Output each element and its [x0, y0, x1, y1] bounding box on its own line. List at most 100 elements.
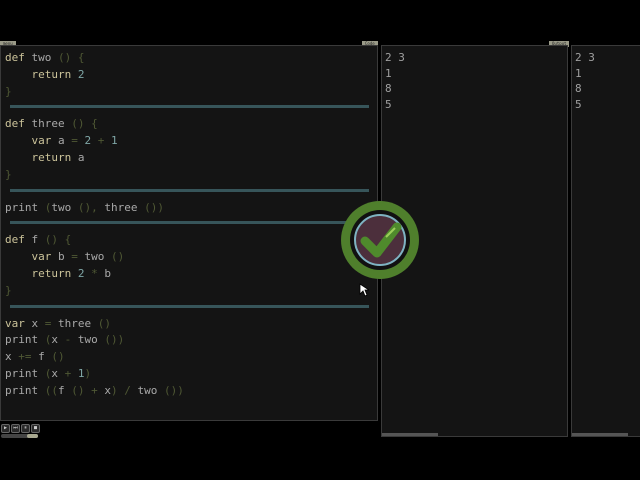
code-token: 2 — [84, 134, 98, 148]
code-token: (( — [44, 383, 58, 397]
output-line: 2 3 — [575, 51, 595, 64]
horizontal-scrollbar[interactable] — [572, 433, 628, 436]
output-line: 8 — [575, 82, 582, 95]
code-token: return — [5, 267, 78, 280]
output-line: 5 — [385, 97, 392, 111]
code-token: () — [97, 316, 111, 330]
code-line: return a — [5, 149, 84, 166]
code-token: var — [5, 250, 58, 264]
code-token: b — [57, 250, 72, 264]
code-token: 1 — [77, 367, 85, 380]
code-token: print — [5, 200, 45, 214]
code-token: - — [64, 333, 78, 347]
code-token: } — [5, 283, 12, 297]
code-token: (), — [77, 200, 105, 214]
code-token: a — [77, 151, 85, 164]
code-token: a — [57, 134, 72, 148]
mouse-cursor-icon — [359, 283, 369, 297]
cell-divider — [10, 304, 369, 308]
code-line: return 2 * b — [5, 265, 111, 282]
cell-divider — [10, 221, 369, 225]
code-token: + — [97, 134, 111, 148]
code-token: two — [51, 200, 78, 214]
code-token: f — [58, 383, 72, 397]
code-token: 1 — [110, 134, 118, 148]
code-token: f — [24, 233, 45, 247]
code-line: print (two (), three ()) — [5, 199, 164, 216]
pause-button[interactable]: ⏸ — [21, 424, 30, 433]
code-line: var a = 2 + 1 — [5, 132, 118, 149]
code-token: two — [24, 51, 58, 64]
code-token: print — [5, 367, 45, 380]
code-token: () { — [71, 117, 98, 131]
code-line: var b = two () — [5, 248, 124, 265]
code-token: f — [38, 350, 52, 364]
code-token: () + — [71, 383, 105, 397]
code-token: two — [77, 333, 105, 347]
step-button[interactable]: ⏭ — [11, 424, 20, 433]
code-token: += — [18, 350, 39, 364]
code-token: } — [5, 84, 12, 98]
code-token: = — [71, 134, 85, 148]
code-token: print — [5, 383, 45, 397]
success-badge — [341, 201, 419, 279]
code-token: def — [5, 233, 25, 247]
code-token: ) / — [111, 383, 138, 397]
code-token: def — [5, 117, 25, 131]
code-token: two — [137, 383, 164, 397]
code-token: three — [24, 117, 72, 131]
code-token: ) — [84, 367, 92, 380]
code-token: * — [91, 267, 105, 280]
code-token: () { — [44, 233, 72, 247]
speed-slider[interactable] — [1, 434, 38, 438]
code-token: ()) — [104, 333, 125, 347]
code-line: def two () { — [5, 49, 85, 66]
code-token: three — [104, 200, 145, 214]
output-line: 1 — [575, 66, 582, 80]
code-token: = — [44, 316, 58, 330]
slider-handle[interactable] — [27, 434, 38, 438]
code-line: return 2 — [5, 66, 84, 83]
code-token: x — [51, 367, 65, 380]
code-line: print (x + 1) — [5, 365, 91, 382]
code-token: var — [5, 316, 32, 330]
code-token: x — [51, 333, 65, 347]
code-token: + — [64, 367, 78, 380]
code-line: print ((f () + x) / two ()) — [5, 382, 184, 399]
code-token: 2 — [77, 267, 92, 280]
code-line: } — [5, 282, 12, 299]
code-line: var x = three () — [5, 315, 111, 332]
output-mirror-panel: 2 3 1 8 5 — [571, 45, 640, 437]
code-editor[interactable]: def two () { return 2} def three () { var… — [0, 45, 378, 421]
code-token: ()) — [164, 383, 184, 397]
code-line: def three () { — [5, 115, 98, 132]
code-token: = — [71, 250, 85, 264]
play-button[interactable]: ▶ — [1, 424, 10, 433]
code-line: def f () { — [5, 231, 71, 248]
horizontal-scrollbar[interactable] — [382, 433, 438, 436]
output-line: 5 — [575, 97, 582, 111]
code-token: print — [5, 333, 45, 347]
cell-divider — [10, 105, 369, 109]
cell-divider — [10, 188, 369, 192]
code-token: three — [58, 316, 98, 330]
output-line: 1 — [385, 66, 392, 80]
code-token: def — [5, 51, 25, 64]
code-token: b — [104, 267, 111, 280]
code-token: return — [5, 67, 78, 81]
code-token: () — [110, 250, 125, 264]
output-line: 2 3 — [385, 51, 405, 64]
code-line: } — [5, 83, 12, 100]
code-token: x — [104, 383, 111, 397]
code-token: () { — [58, 51, 85, 64]
code-token: var — [5, 134, 58, 148]
code-token: } — [5, 167, 12, 181]
code-token: x — [31, 316, 45, 330]
code-token: 2 — [77, 67, 85, 81]
stop-button[interactable]: ■ — [31, 424, 40, 433]
code-line: } — [5, 166, 12, 183]
code-token: return — [5, 151, 78, 164]
code-line: x += f () — [5, 348, 65, 365]
check-icon — [360, 222, 402, 258]
code-token: x — [5, 350, 19, 364]
